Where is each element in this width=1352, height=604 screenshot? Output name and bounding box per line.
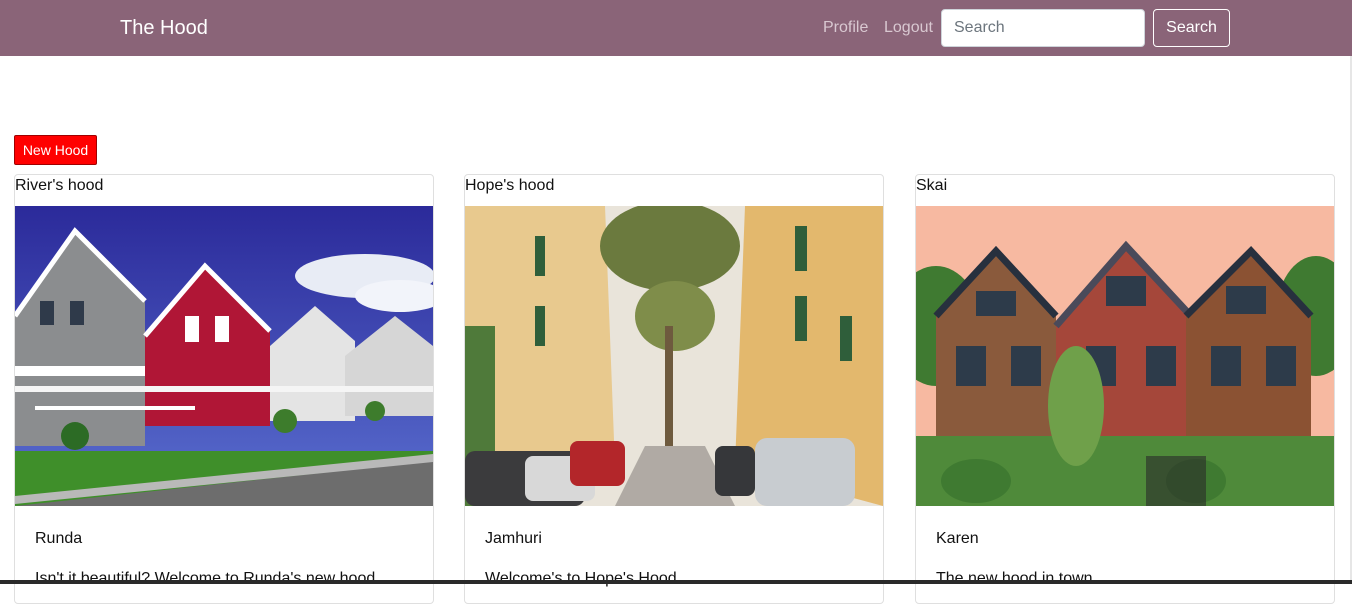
hood-card[interactable]: River's hood Runda Isn't it beautiful? W… [14, 174, 434, 604]
hood-description: Isn't it beautiful? Welcome to Runda's n… [35, 570, 376, 587]
bottom-edge-bar [0, 580, 1352, 584]
hood-admin: Karen [936, 530, 979, 547]
new-hood-button[interactable]: New Hood [14, 135, 97, 165]
top-navbar: The Hood Profile Logout Search [0, 0, 1352, 56]
logout-link[interactable]: Logout [884, 18, 933, 38]
profile-link[interactable]: Profile [823, 18, 868, 38]
hood-name: Skai [916, 177, 948, 194]
hood-description: Welcome's to Hope's Hood [485, 570, 677, 587]
hood-image [15, 206, 433, 506]
hood-description: The new hood in town [936, 570, 1093, 587]
search-input[interactable] [941, 9, 1145, 47]
hood-image [465, 206, 883, 506]
hood-card[interactable]: Hope's hood Jamhuri Welcome's to Hope's … [464, 174, 884, 604]
hood-name: River's hood [15, 177, 104, 194]
hood-admin: Runda [35, 530, 83, 547]
hood-name: Hope's hood [465, 177, 555, 194]
search-button[interactable]: Search [1153, 9, 1230, 47]
hood-image [916, 206, 1334, 506]
hood-admin: Jamhuri [485, 530, 542, 547]
brand-link[interactable]: The Hood [120, 15, 208, 41]
hood-card[interactable]: Skai Karen The new hood in town [915, 174, 1335, 604]
